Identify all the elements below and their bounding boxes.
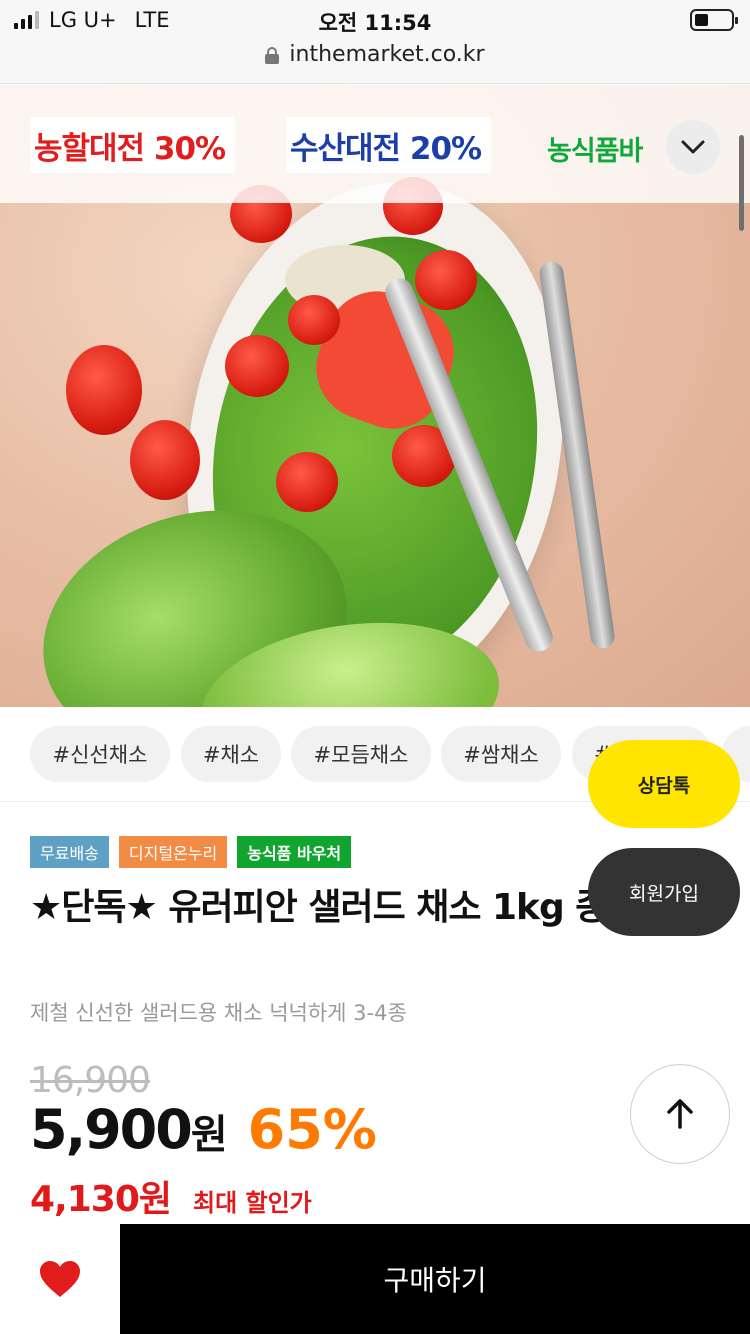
cherry-tomato-shape <box>66 345 142 435</box>
category-item[interactable]: 수산대전 20% <box>286 117 492 173</box>
cherry-tomato-shape <box>130 420 200 500</box>
sale-price: 5,900원 <box>30 1098 228 1161</box>
heart-icon <box>40 1261 80 1297</box>
tomato-shape <box>288 295 340 345</box>
price-row: 5,900원 65% <box>30 1098 377 1161</box>
tomato-shape <box>415 250 477 310</box>
url-text: inthemarket.co.kr <box>289 42 485 67</box>
category-item[interactable]: 농할대전 30% <box>30 117 236 173</box>
battery-icon <box>690 9 738 31</box>
max-discount-label: 최대 할인가 <box>193 1189 312 1217</box>
discount-rate: 65% <box>247 1098 377 1161</box>
arrow-up-icon <box>667 1099 693 1129</box>
buy-button[interactable]: 구매하기 <box>120 1224 750 1334</box>
badge-list: 무료배송 디지털온누리 농식품 바우처 <box>30 836 352 868</box>
tag-chip[interactable]: #채소 <box>181 726 281 782</box>
tag-chip[interactable]: #모듬채소 <box>291 726 431 782</box>
chevron-down-icon <box>681 140 705 154</box>
free-shipping-badge: 무료배송 <box>30 836 109 868</box>
address-bar[interactable]: inthemarket.co.kr <box>0 42 750 67</box>
category-banner: 농할대전 30% 수산대전 20% 농식품바 <box>0 85 750 203</box>
max-discount-price: 4,130원 <box>30 1179 172 1220</box>
signup-button[interactable]: 회원가입 <box>588 848 740 936</box>
tomato-shape <box>276 452 338 512</box>
kakao-chat-button[interactable]: 상담톡 <box>588 740 740 828</box>
wishlist-button[interactable] <box>0 1224 120 1334</box>
max-discount-row: 4,130원 최대 할인가 <box>30 1170 312 1222</box>
tomato-shape <box>225 335 289 397</box>
category-expand-button[interactable] <box>666 120 720 174</box>
original-price: 16,900 <box>30 1060 151 1101</box>
onnuri-badge: 디지털온누리 <box>118 836 228 868</box>
tag-chip[interactable]: #신선채소 <box>30 726 170 782</box>
tag-chip[interactable]: #쌈채소 <box>441 726 561 782</box>
bottom-action-bar: 구매하기 <box>0 1224 750 1334</box>
product-subtitle: 제철 신선한 샐러드용 채소 넉넉하게 3-4종 <box>30 1001 407 1025</box>
voucher-badge: 농식품 바우처 <box>237 836 352 868</box>
status-bar: LG U+ LTE 오전 11:54 inthemarket.co.kr <box>0 0 750 84</box>
lock-icon <box>265 46 280 64</box>
category-item[interactable]: 농식품바 <box>543 123 649 179</box>
scroll-top-button[interactable] <box>630 1064 730 1164</box>
clock: 오전 11:54 <box>318 11 432 35</box>
scrollbar[interactable] <box>739 135 744 231</box>
